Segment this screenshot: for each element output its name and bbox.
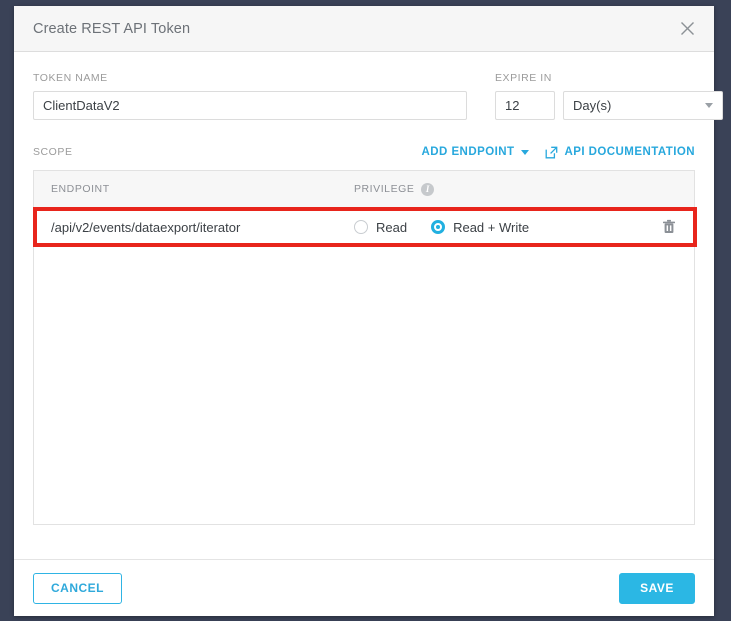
- token-name-label: TOKEN NAME: [33, 72, 108, 84]
- scope-actions: ADD ENDPOINT API DOCUMENTATION: [422, 146, 695, 159]
- column-header-privilege-label: PRIVILEGE: [354, 183, 415, 195]
- radio-checked-icon: [431, 220, 446, 234]
- close-icon[interactable]: [674, 16, 700, 42]
- create-rest-api-token-dialog: Create REST API Token TOKEN NAME EXPIRE …: [14, 6, 723, 616]
- token-form-row: TOKEN NAME EXPIRE IN Day(s): [33, 72, 723, 120]
- column-header-privilege: PRIVILEGE i: [354, 182, 435, 196]
- chevron-down-icon: [521, 149, 530, 155]
- add-endpoint-button[interactable]: ADD ENDPOINT: [422, 146, 530, 158]
- privilege-radio-read-write-label: Read + Write: [453, 219, 530, 235]
- dialog-header: Create REST API Token: [14, 6, 714, 52]
- privilege-radio-read-write[interactable]: Read + Write: [431, 220, 529, 235]
- endpoint-path-value: /api/v2/events/dataexport/iterator: [51, 219, 241, 235]
- expire-unit-selected-value: Day(s): [573, 98, 612, 113]
- dialog-footer: CANCEL SAVE: [14, 559, 714, 616]
- expire-in-value-input[interactable]: [495, 91, 555, 120]
- dialog-title: Create REST API Token: [33, 20, 191, 37]
- expire-unit-select[interactable]: Day(s): [563, 91, 723, 120]
- token-name-input[interactable]: [33, 91, 467, 120]
- cancel-button[interactable]: CANCEL: [33, 572, 122, 604]
- privilege-radio-group: Read Read + Write: [354, 220, 553, 235]
- table-row[interactable]: /api/v2/events/dataexport/iterator Read …: [33, 207, 697, 247]
- scope-endpoints-panel: ENDPOINT PRIVILEGE i /api/v2/events/data…: [33, 170, 697, 525]
- api-documentation-label: API DOCUMENTATION: [564, 146, 695, 158]
- trash-icon[interactable]: [662, 219, 676, 235]
- add-endpoint-label: ADD ENDPOINT: [421, 146, 515, 158]
- privilege-radio-read-label: Read: [376, 219, 408, 235]
- chevron-down-icon: [705, 103, 713, 108]
- external-link-icon: [546, 146, 558, 158]
- scope-table-header: ENDPOINT PRIVILEGE i: [34, 171, 694, 208]
- dialog-body: TOKEN NAME EXPIRE IN Day(s) SCOPE AD: [14, 52, 723, 559]
- column-header-endpoint: ENDPOINT: [51, 183, 110, 195]
- scope-section-header: SCOPE ADD ENDPOINT API DOCUMENTATION: [33, 144, 695, 160]
- token-name-group: TOKEN NAME: [33, 72, 467, 120]
- api-documentation-link[interactable]: API DOCUMENTATION: [545, 146, 695, 159]
- radio-unchecked-icon: [354, 220, 368, 234]
- info-icon[interactable]: i: [421, 182, 435, 196]
- expire-in-label: EXPIRE IN: [495, 72, 552, 84]
- save-button[interactable]: SAVE: [619, 572, 695, 604]
- scope-label: SCOPE: [33, 146, 73, 158]
- privilege-radio-read[interactable]: Read: [354, 220, 407, 235]
- expire-in-group: EXPIRE IN Day(s): [495, 72, 723, 120]
